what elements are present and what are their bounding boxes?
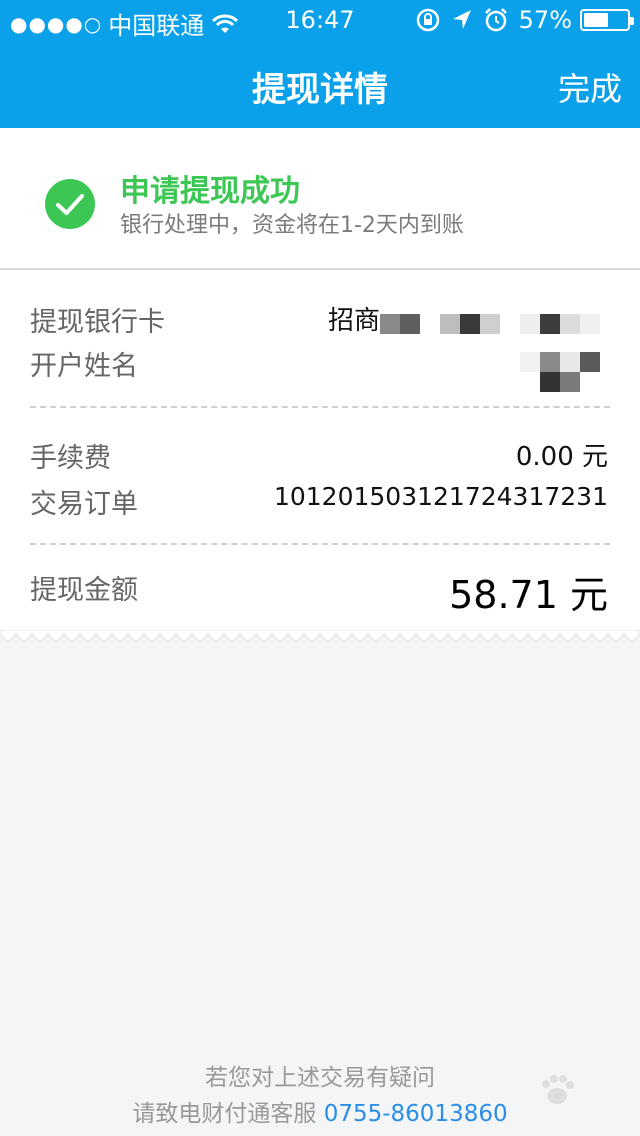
success-check-icon: [45, 179, 95, 229]
baidu-paw-icon: [542, 1075, 574, 1104]
done-button[interactable]: 完成: [558, 64, 622, 110]
fee-row: 手续费 0.00 元: [30, 436, 608, 476]
battery-icon: [580, 9, 634, 31]
rotation-lock-icon: [416, 8, 439, 32]
amount-label: 提现金额: [30, 575, 138, 606]
page-title: 提现详情: [252, 70, 388, 110]
divider: [30, 406, 610, 408]
success-title: 申请提现成功: [120, 174, 300, 209]
success-panel: 申请提现成功 银行处理中，资金将在1-2天内到账: [0, 128, 640, 270]
bank-card-value: 招商: [327, 306, 380, 336]
status-bar: ●●●●○ 中国联通 16:47 57%: [0, 0, 640, 40]
amount-value: 58.71 元: [449, 573, 608, 617]
order-label: 交易订单: [30, 489, 138, 520]
nav-bar: 提现详情 完成: [0, 40, 640, 128]
fee-label: 手续费: [30, 443, 111, 474]
bank-card-mosaic: [380, 314, 602, 334]
success-subtitle: 银行处理中，资金将在1-2天内到账: [120, 213, 464, 238]
account-name-label: 开户姓名: [30, 351, 138, 382]
order-value: 101201503121724317231: [273, 482, 608, 511]
detail-panel: 提现银行卡 招商 开户姓名 手续费 0.00 元 交易订单 1012015031…: [0, 270, 640, 632]
alarm-clock-icon: [484, 8, 507, 32]
fee-value: 0.00 元: [515, 442, 608, 472]
location-arrow-icon: [452, 10, 471, 29]
order-row: 交易订单 101201503121724317231: [30, 482, 608, 522]
bank-card-label: 提现银行卡: [30, 307, 165, 338]
status-right: 57%: [407, 6, 634, 34]
account-name-mosaic: [520, 352, 600, 392]
customer-service-phone-link[interactable]: 0755-86013860: [324, 1101, 508, 1127]
contact-prefix: 请致电财付通客服: [132, 1101, 317, 1127]
header: ●●●●○ 中国联通 16:47 57% 提现详情 完成: [0, 0, 640, 128]
receipt-edge: [0, 630, 640, 643]
battery-percent: 57%: [518, 6, 572, 34]
battery-fill: [584, 13, 608, 27]
divider: [30, 543, 610, 545]
